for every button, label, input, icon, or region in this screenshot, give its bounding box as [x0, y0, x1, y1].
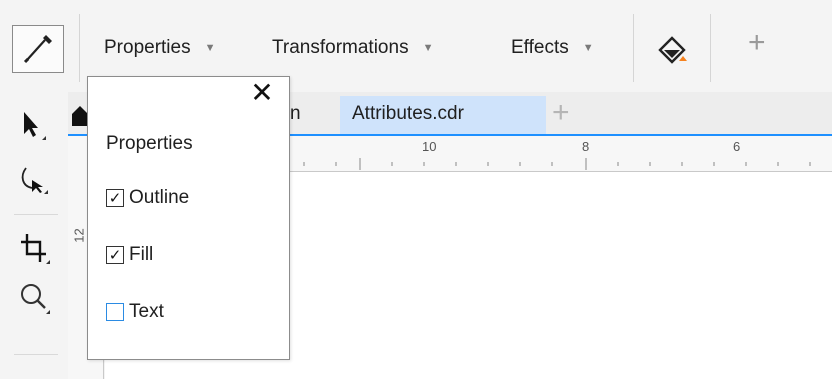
- new-tab-button[interactable]: +: [552, 96, 570, 130]
- fill-option[interactable]: ✓ Fill: [106, 242, 153, 268]
- home-icon: [72, 106, 88, 126]
- chevron-down-icon: ▼: [204, 42, 216, 54]
- ruler-label-8: 8: [582, 139, 590, 154]
- transformations-menu-button[interactable]: Transformations ▼: [272, 37, 433, 59]
- toolbar-separator: [710, 14, 711, 82]
- toolbox-separator: [14, 354, 58, 355]
- fill-label: Fill: [129, 244, 154, 265]
- properties-menu-button[interactable]: Properties ▼: [104, 37, 216, 59]
- popup-title: Properties: [106, 133, 193, 154]
- text-checkbox[interactable]: [106, 303, 124, 321]
- outline-label: Outline: [129, 187, 190, 208]
- ruler-label-12: 12: [71, 228, 87, 243]
- properties-popup: ✕ Properties ✓ Outline ✓ Fill Text: [87, 76, 290, 360]
- paint-bucket-icon: [658, 36, 687, 64]
- shape-tool[interactable]: [10, 158, 62, 202]
- fill-checkbox[interactable]: ✓: [106, 246, 124, 264]
- transformations-menu-label: Transformations: [272, 37, 409, 58]
- tab-attributes-cdr[interactable]: Attributes.cdr: [340, 96, 546, 134]
- toolbar-separator: [79, 14, 80, 82]
- effects-menu-label: Effects: [511, 37, 569, 58]
- add-button[interactable]: +: [748, 26, 766, 60]
- eyedropper-icon: [23, 35, 52, 64]
- magnifier-icon: [21, 284, 50, 314]
- pick-tool[interactable]: [10, 104, 62, 148]
- pointer-icon: [24, 112, 46, 140]
- properties-menu-label: Properties: [104, 37, 191, 58]
- eyedropper-button[interactable]: [12, 25, 64, 73]
- outline-option[interactable]: ✓ Outline: [106, 185, 189, 211]
- tab-label: Attributes.cdr: [352, 103, 464, 124]
- toolbar-separator: [633, 14, 634, 82]
- chevron-down-icon: ▼: [582, 42, 594, 54]
- apply-fill-button[interactable]: [650, 30, 694, 70]
- crop-icon: [21, 234, 50, 264]
- crop-tool[interactable]: [10, 226, 62, 270]
- close-icon[interactable]: ✕: [246, 79, 278, 107]
- text-label: Text: [129, 301, 164, 322]
- ruler-label-6: 6: [733, 139, 741, 154]
- effects-menu-button[interactable]: Effects ▼: [511, 37, 594, 59]
- chevron-down-icon: ▼: [422, 42, 434, 54]
- toolbox-separator: [14, 214, 58, 215]
- text-option[interactable]: Text: [106, 299, 164, 325]
- toolbox: [0, 92, 68, 379]
- outline-checkbox[interactable]: ✓: [106, 189, 124, 207]
- zoom-tool[interactable]: [10, 276, 62, 320]
- document-tab-partial[interactable]: n: [290, 103, 301, 125]
- ruler-label-10: 10: [422, 139, 437, 154]
- home-tab[interactable]: [68, 96, 88, 134]
- shape-edit-icon: [21, 167, 48, 194]
